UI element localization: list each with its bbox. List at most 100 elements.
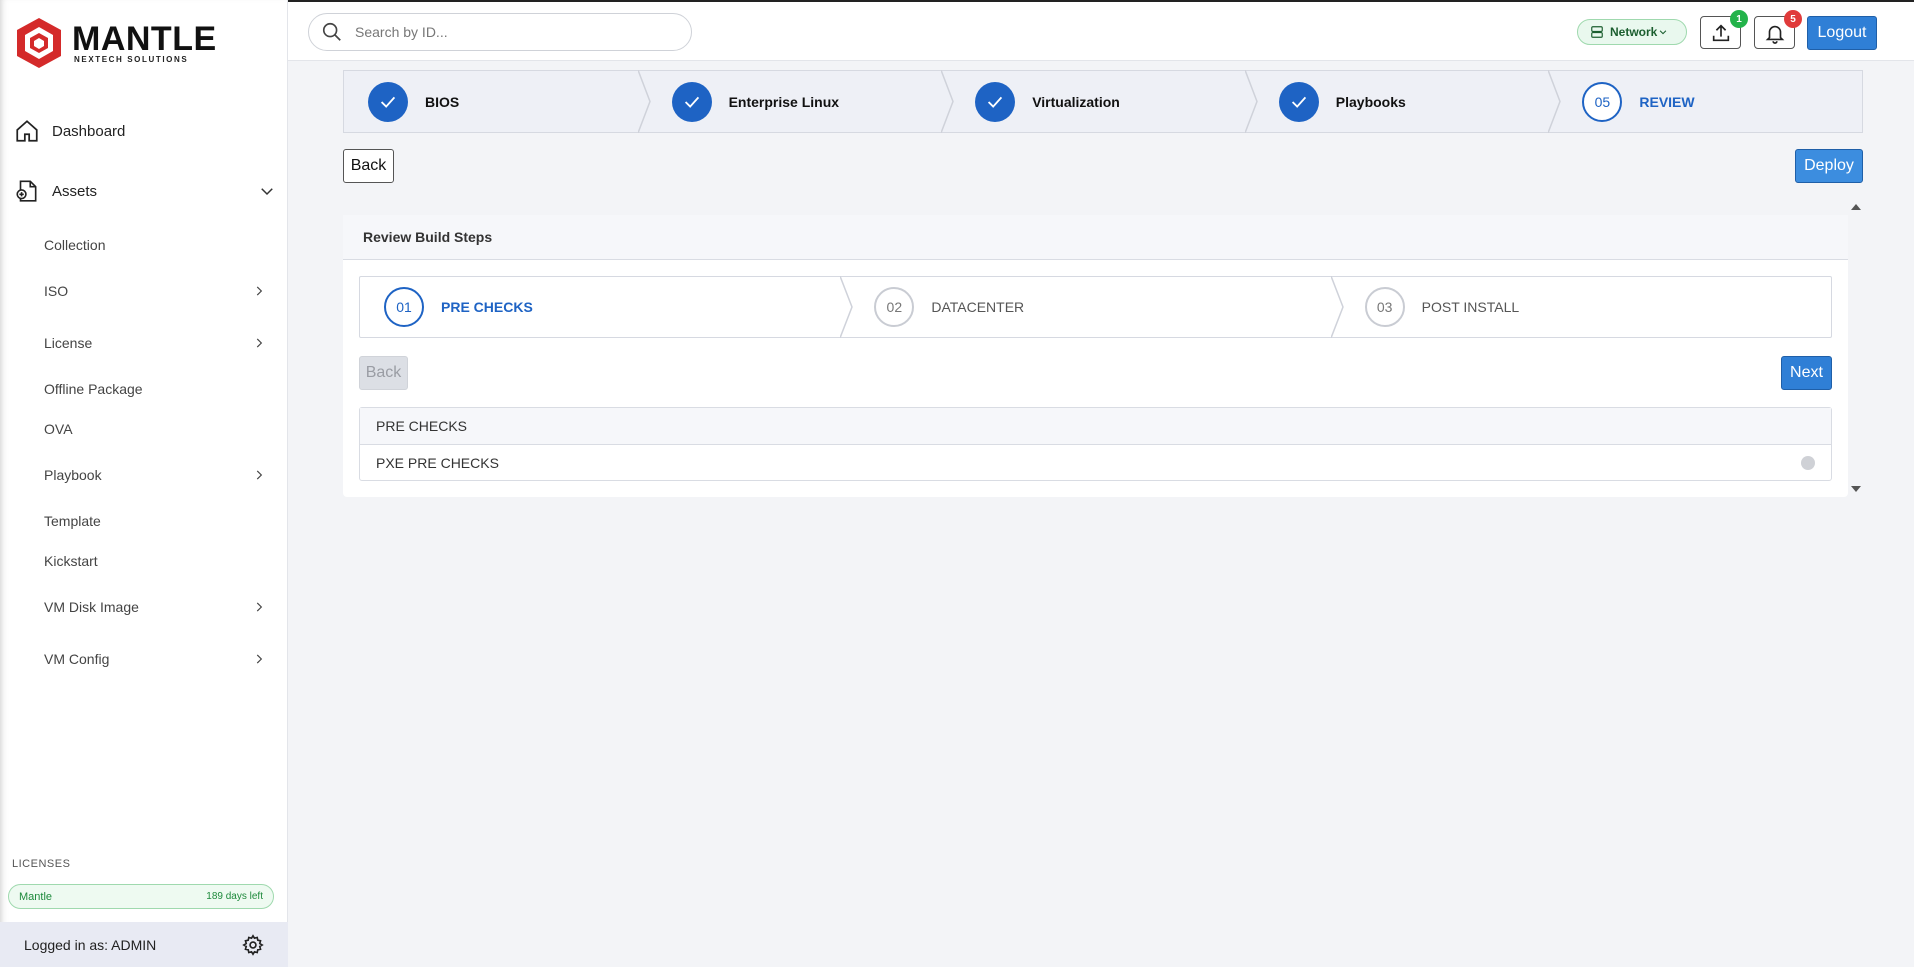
- step-label: DATACENTER: [931, 299, 1025, 315]
- step-divider: [1244, 70, 1258, 133]
- check-icon: [1291, 96, 1306, 108]
- step-divider: [1548, 70, 1562, 133]
- pre-checks-title: PRE CHECKS: [360, 408, 1831, 445]
- sidebar-item-license[interactable]: License: [44, 331, 266, 355]
- server-icon: [1591, 26, 1603, 38]
- step-number: 03: [1364, 287, 1405, 327]
- review-card-title: Review Build Steps: [343, 215, 1848, 260]
- sidebar-item-playbook[interactable]: Playbook: [44, 463, 266, 487]
- step-complete-indicator: [671, 81, 712, 122]
- check-icon: [684, 96, 699, 108]
- wizard-step-virtualization[interactable]: Virtualization: [951, 70, 1258, 133]
- review-next-button[interactable]: Next: [1781, 356, 1832, 390]
- search-icon: [322, 22, 341, 41]
- step-label: REVIEW: [1639, 93, 1695, 110]
- step-divider: [941, 70, 954, 133]
- step-number: 02: [874, 287, 915, 327]
- sidebar-item-label: VM Config: [44, 651, 110, 667]
- nav-assets[interactable]: Assets: [14, 176, 276, 206]
- brand-logo[interactable]: MANTLE NEXTECH SOLUTIONS: [14, 16, 217, 70]
- step-divider: [840, 276, 854, 338]
- mantle-logo-icon: [17, 18, 61, 68]
- sidebar-item-label: Template: [44, 513, 101, 529]
- list-item[interactable]: PXE PRE CHECKS: [360, 445, 1831, 481]
- network-label: Network: [1610, 25, 1658, 39]
- step-complete-indicator: [975, 81, 1016, 122]
- sidebar-item-label: Kickstart: [44, 553, 98, 569]
- nav-assets-label: Assets: [52, 182, 98, 200]
- sidebar-item-label: License: [44, 335, 93, 351]
- status-dot-icon: [1801, 456, 1815, 470]
- scroll-down-arrow-icon[interactable]: [1849, 484, 1863, 494]
- licenses-title: LICENSES: [12, 858, 71, 870]
- chevron-down-icon[interactable]: [258, 182, 276, 200]
- sidebar-item-ova[interactable]: OVA: [44, 417, 266, 441]
- chevron-right-icon: [256, 602, 263, 612]
- sidebar-item-offline-package[interactable]: Offline Package: [44, 377, 266, 401]
- wizard-stepper: BIOS Enterprise Linux Virtualization Pla…: [343, 70, 1863, 133]
- sidebar-item-collection[interactable]: Collection: [44, 233, 266, 257]
- license-badge[interactable]: Mantle 189 days left: [8, 884, 274, 909]
- brand-name: MANTLE: [72, 19, 217, 58]
- check-icon: [380, 96, 396, 108]
- check-icon: [988, 96, 1003, 108]
- step-label: POST INSTALL: [1421, 299, 1520, 315]
- sidebar-item-label: Playbook: [44, 467, 102, 483]
- review-step-post-install[interactable]: 03 POST INSTALL: [1341, 277, 1831, 337]
- wizard-step-enterprise-linux[interactable]: Enterprise Linux: [648, 70, 954, 133]
- step-divider: [1330, 276, 1344, 338]
- review-step-datacenter[interactable]: 02 DATACENTER: [850, 276, 1344, 338]
- sidebar-item-vm-config[interactable]: VM Config: [44, 647, 266, 671]
- bell-icon: [1765, 25, 1784, 44]
- sidebar-item-template[interactable]: Template: [44, 509, 266, 533]
- sidebar-item-label: OVA: [44, 421, 73, 437]
- license-name: Mantle: [19, 890, 53, 903]
- notifications-button[interactable]: 5: [1754, 10, 1802, 49]
- notifications-count-badge: 5: [1784, 10, 1802, 28]
- check-label: PXE PRE CHECKS: [376, 455, 499, 471]
- step-label: Virtualization: [1032, 93, 1120, 110]
- logged-in-label: Logged in as: ADMIN: [24, 936, 157, 953]
- sidebar-item-iso[interactable]: ISO: [44, 279, 266, 303]
- sidebar-item-label: VM Disk Image: [44, 599, 139, 615]
- back-button[interactable]: Back: [343, 149, 394, 183]
- chevron-down-icon: [1659, 30, 1667, 35]
- logout-button[interactable]: Logout: [1807, 16, 1877, 50]
- step-number: 05: [1582, 81, 1623, 122]
- wizard-step-playbooks[interactable]: Playbooks: [1255, 70, 1562, 133]
- sidebar-item-vm-disk-image[interactable]: VM Disk Image: [44, 595, 266, 619]
- license-days-left: 189 days left: [206, 891, 263, 902]
- review-step-pre-checks[interactable]: 01 PRE CHECKS: [360, 276, 854, 338]
- step-label: Enterprise Linux: [728, 93, 840, 110]
- sidebar-item-label: Offline Package: [44, 381, 143, 397]
- review-card: Review Build Steps 01 PRE CHECKS 02 DATA…: [343, 215, 1848, 497]
- nav-dashboard[interactable]: Dashboard: [14, 116, 276, 146]
- topbar: Network 1 5 Logout: [288, 0, 1914, 61]
- upload-icon: [1712, 23, 1729, 41]
- sidebar-item-kickstart[interactable]: Kickstart: [44, 549, 266, 573]
- nav-dashboard-label: Dashboard: [52, 122, 126, 140]
- wizard-step-review[interactable]: 05 REVIEW: [1558, 71, 1862, 132]
- upload-button[interactable]: 1: [1700, 10, 1748, 49]
- sidebar-item-label: ISO: [44, 283, 69, 299]
- search-box[interactable]: [308, 13, 692, 51]
- review-stepper: 01 PRE CHECKS 02 DATACENTER 03 POST INST…: [359, 276, 1832, 338]
- deploy-button[interactable]: Deploy: [1795, 149, 1863, 183]
- wizard-step-bios[interactable]: BIOS: [344, 70, 651, 133]
- step-complete-indicator: [1278, 81, 1319, 122]
- step-label: PRE CHECKS: [441, 299, 533, 315]
- home-icon: [16, 120, 38, 142]
- assets-icon: [16, 180, 37, 202]
- step-label: Playbooks: [1335, 93, 1406, 110]
- sidebar: MANTLE NEXTECH SOLUTIONS Dashboard Asset…: [0, 0, 288, 967]
- scroll-up-arrow-icon[interactable]: [1849, 202, 1863, 212]
- user-footer: Logged in as: ADMIN: [0, 922, 288, 967]
- chevron-right-icon: [256, 654, 263, 664]
- search-input[interactable]: [355, 24, 675, 40]
- pre-checks-panel: PRE CHECKS PXE PRE CHECKS: [359, 407, 1832, 481]
- chevron-right-icon: [256, 286, 263, 296]
- gear-icon[interactable]: [242, 933, 264, 956]
- review-back-button[interactable]: Back: [359, 356, 408, 390]
- network-selector[interactable]: Network: [1577, 19, 1687, 45]
- chevron-right-icon: [256, 338, 263, 348]
